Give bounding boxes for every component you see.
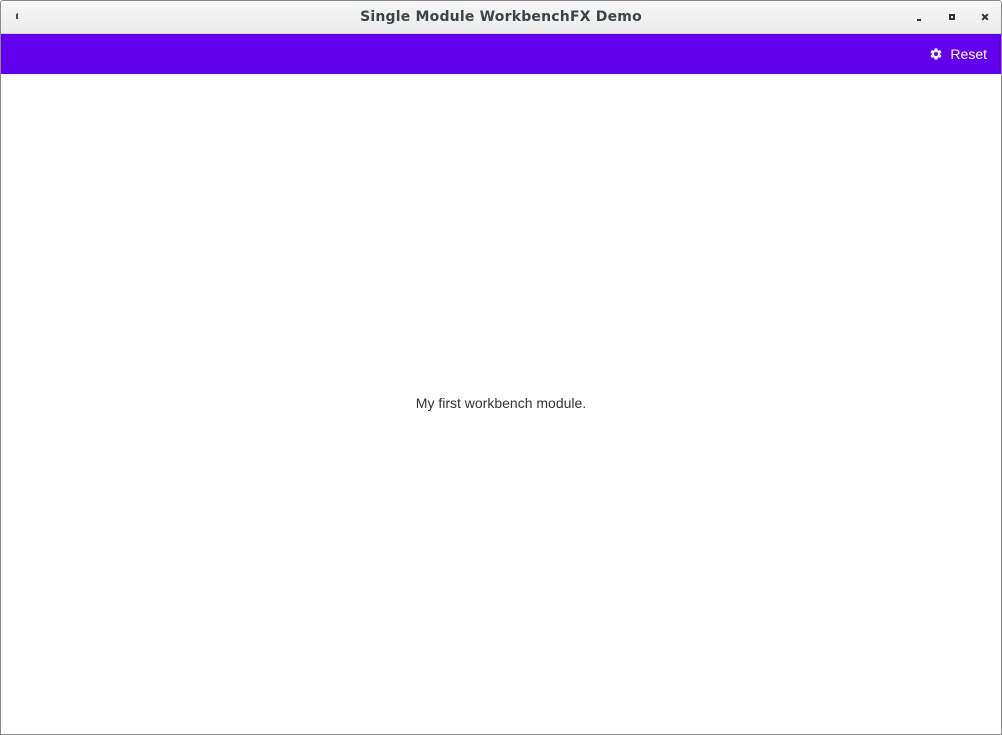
module-text: My first workbench module. xyxy=(415,395,587,411)
close-icon xyxy=(982,14,988,20)
maximize-icon xyxy=(949,14,955,20)
title-bar[interactable]: Single Module WorkbenchFX Demo xyxy=(1,1,1001,34)
app-window: Single Module WorkbenchFX Demo Reset My … xyxy=(0,0,1002,735)
close-button[interactable] xyxy=(977,9,993,25)
window-title: Single Module WorkbenchFX Demo xyxy=(360,9,642,25)
reset-button-label: Reset xyxy=(950,46,987,62)
minimize-icon xyxy=(917,19,921,21)
workbench-toolbar: Reset xyxy=(1,34,1001,74)
minimize-button[interactable] xyxy=(911,9,927,25)
reset-button[interactable]: Reset xyxy=(929,34,987,74)
maximize-button[interactable] xyxy=(944,9,960,25)
gear-icon xyxy=(930,48,942,60)
module-content: My first workbench module. xyxy=(1,74,1001,734)
